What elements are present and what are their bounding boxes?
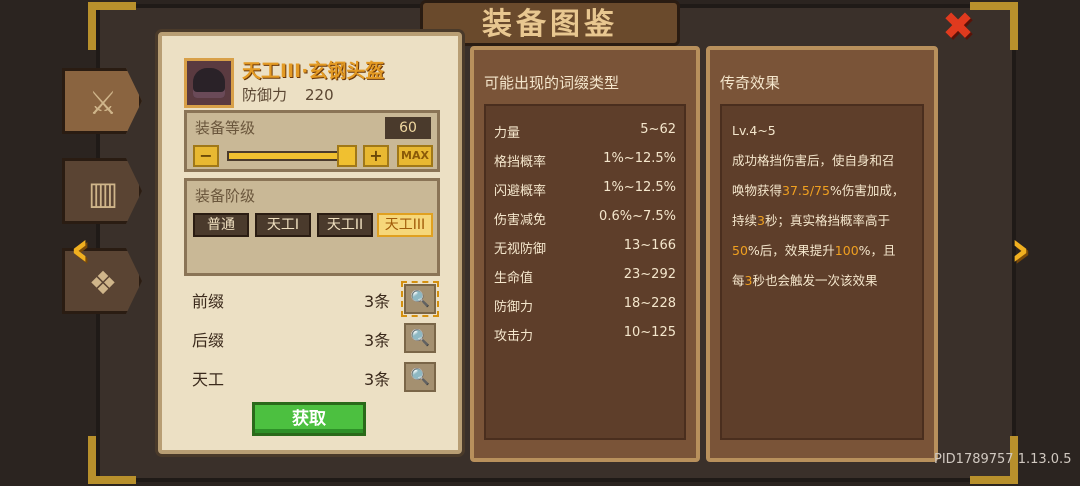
panel-title: 传奇效果 bbox=[720, 74, 781, 92]
stat-name: 闪避概率 bbox=[494, 184, 547, 199]
level-section: 装备等级 60 − + MAX bbox=[184, 110, 440, 172]
affix-row-suffix: 后缀 3条 🔍 bbox=[192, 323, 442, 353]
stat-row: 力量 5~62 bbox=[494, 122, 676, 144]
magnifier-icon[interactable]: 🔍 bbox=[404, 323, 436, 353]
frame-corner bbox=[88, 2, 136, 50]
affix-name: 前缀 bbox=[192, 292, 225, 311]
magnifier-icon[interactable]: 🔍 bbox=[404, 362, 436, 392]
tier-option-common[interactable]: 普通 bbox=[193, 213, 249, 237]
stat-name: 生命值 bbox=[494, 271, 534, 286]
legendary-line: 唤物获得37.5/75%伤害加成， bbox=[732, 183, 905, 198]
level-slider-handle[interactable] bbox=[337, 145, 357, 167]
level-plus-button[interactable]: + bbox=[363, 145, 389, 167]
tab-armor[interactable]: ▥ bbox=[62, 158, 142, 224]
tier-option-2[interactable]: 天工II bbox=[317, 213, 373, 237]
affix-list: 力量 5~62 格挡概率 1%~12.5% 闪避概率 1%~12.5% 伤害减免 0.6… bbox=[484, 104, 686, 440]
item-defense: 防御力 220 bbox=[242, 84, 334, 105]
stat-range: 1%~12.5% bbox=[603, 151, 676, 166]
legendary-description: Lv.4~5 成功格挡伤害后，使自身和召 唤物获得37.5/75%伤害加成， 持… bbox=[720, 104, 924, 440]
legendary-text: Lv.4~5 成功格挡伤害后，使自身和召 唤物获得37.5/75%伤害加成， 持… bbox=[732, 116, 914, 296]
affix-row-prefix: 前缀 3条 🔍 bbox=[192, 281, 442, 317]
stat-range: 1%~12.5% bbox=[603, 180, 676, 195]
stat-range: 0.6%~7.5% bbox=[599, 209, 676, 224]
level-slider-fill bbox=[229, 153, 351, 159]
defense-label: 防御力 bbox=[242, 86, 288, 104]
affix-row-tiangong: 天工 3条 🔍 bbox=[192, 362, 442, 392]
legendary-line: 持续3秒；真实格挡概率高于 bbox=[732, 213, 890, 228]
sword-icon: ⚔ bbox=[88, 84, 118, 122]
tier-label: 装备阶级 bbox=[195, 187, 256, 205]
stat-name: 力量 bbox=[494, 126, 521, 141]
obtain-button[interactable]: 获取 bbox=[252, 402, 366, 436]
stat-row: 格挡概率 1%~12.5% bbox=[494, 151, 676, 173]
item-name: 天工III·玄钢头盔 bbox=[242, 60, 385, 82]
tier-option-1[interactable]: 天工I bbox=[255, 213, 311, 237]
close-icon[interactable] bbox=[938, 6, 978, 46]
stat-row: 无视防御 13~166 bbox=[494, 238, 676, 260]
stat-row: 攻击力 10~125 bbox=[494, 325, 676, 347]
stat-range: 23~292 bbox=[623, 267, 676, 282]
stat-name: 伤害减免 bbox=[494, 213, 547, 228]
stat-row: 闪避概率 1%~12.5% bbox=[494, 180, 676, 202]
stat-range: 18~228 bbox=[623, 296, 676, 311]
affix-count: 3条 bbox=[364, 370, 391, 389]
legendary-line: 每3秒也会触发一次该效果 bbox=[732, 273, 878, 288]
stat-name: 防御力 bbox=[494, 300, 534, 315]
stat-row: 防御力 18~228 bbox=[494, 296, 676, 318]
chevron-left-icon[interactable]: ‹ bbox=[60, 222, 100, 276]
level-max-button[interactable]: MAX bbox=[397, 145, 433, 167]
affix-count: 3条 bbox=[364, 292, 391, 311]
legendary-effect-panel: 传奇效果 Lv.4~5 成功格挡伤害后，使自身和召 唤物获得37.5/75%伤害… bbox=[706, 46, 938, 462]
tier-option-3[interactable]: 天工III bbox=[377, 213, 433, 237]
affix-count: 3条 bbox=[364, 331, 391, 350]
stat-name: 格挡概率 bbox=[494, 155, 547, 170]
stat-range: 10~125 bbox=[623, 325, 676, 340]
stat-row: 伤害减免 0.6%~7.5% bbox=[494, 209, 676, 231]
frame-corner bbox=[88, 436, 136, 484]
build-info: PID1789757 1.13.0.5 bbox=[934, 452, 1072, 467]
level-label: 装备等级 bbox=[195, 119, 256, 137]
armor-icon: ▥ bbox=[87, 174, 119, 212]
magnifier-icon[interactable]: 🔍 bbox=[401, 281, 439, 317]
panel-title: 可能出现的词缀类型 bbox=[484, 74, 620, 92]
tier-section: 装备阶级 普通 天工I 天工II 天工III bbox=[184, 178, 440, 276]
level-minus-button[interactable]: − bbox=[193, 145, 219, 167]
legendary-line: 成功格挡伤害后，使自身和召 bbox=[732, 153, 895, 168]
affix-name: 天工 bbox=[192, 370, 225, 389]
defense-value: 220 bbox=[305, 86, 334, 104]
level-slider[interactable] bbox=[227, 151, 353, 161]
tab-weapons[interactable]: ⚔ bbox=[62, 68, 142, 134]
stat-range: 13~166 bbox=[623, 238, 676, 253]
legendary-level-range: Lv.4~5 bbox=[732, 123, 776, 138]
helmet-icon bbox=[184, 58, 234, 108]
stat-row: 生命值 23~292 bbox=[494, 267, 676, 289]
chevron-right-icon[interactable]: › bbox=[1000, 222, 1040, 276]
level-value: 60 bbox=[385, 117, 431, 139]
item-card: 天工III·玄钢头盔 防御力 220 装备等级 60 − + MAX 装备阶级 普… bbox=[158, 32, 462, 454]
stat-name: 无视防御 bbox=[494, 242, 547, 257]
possible-affixes-panel: 可能出现的词缀类型 力量 5~62 格挡概率 1%~12.5% 闪避概率 1%~12.… bbox=[470, 46, 700, 462]
legendary-line: 50%后，效果提升100%，且 bbox=[732, 243, 896, 258]
affix-name: 后缀 bbox=[192, 331, 225, 350]
stat-range: 5~62 bbox=[640, 122, 676, 137]
stat-name: 攻击力 bbox=[494, 329, 534, 344]
